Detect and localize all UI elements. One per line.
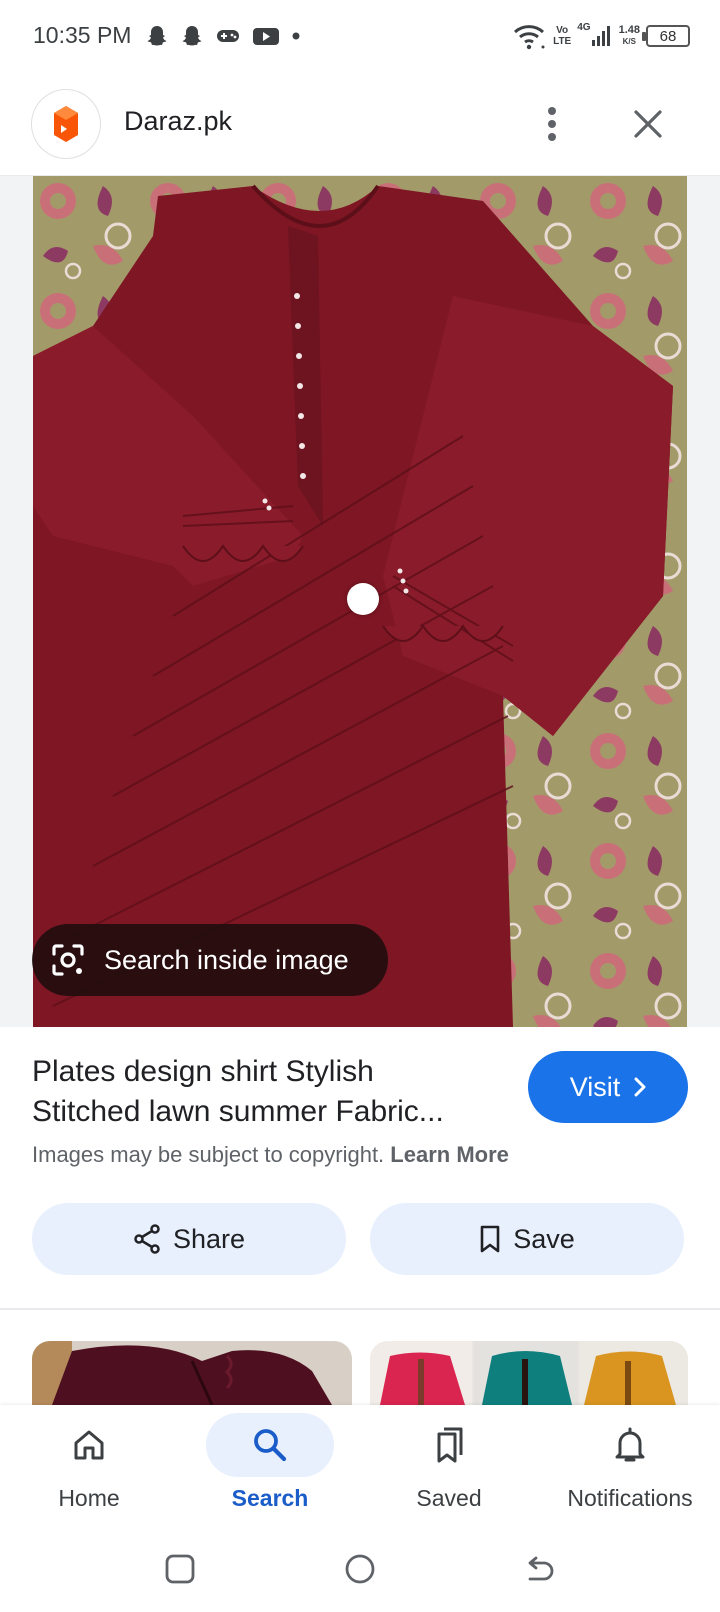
signal-indicator: 4G xyxy=(577,22,612,48)
related-image-2-photo xyxy=(370,1341,688,1405)
snapchat-icon xyxy=(182,26,202,46)
volte-indicator: Vo LTE xyxy=(553,25,571,47)
more-options-button[interactable] xyxy=(532,96,572,152)
daraz-logo-icon xyxy=(54,106,78,142)
share-button[interactable]: Share xyxy=(32,1203,346,1275)
battery-level: 68 xyxy=(659,27,677,45)
system-status-icons: Vo LTE 4G 1.48 K/S 68 xyxy=(513,16,690,56)
snapchat-icon xyxy=(147,26,167,46)
save-label: Save xyxy=(513,1223,575,1254)
recent-apps-button[interactable] xyxy=(160,1549,200,1589)
signal-icon xyxy=(591,26,610,46)
speed-value: 1.48 xyxy=(618,24,640,36)
result-title-line1: Plates design shirt Stylish xyxy=(32,1055,374,1088)
search-icon xyxy=(254,1429,287,1462)
home-circle-icon xyxy=(345,1554,375,1584)
nav-home-label: Home xyxy=(58,1485,120,1511)
home-icon xyxy=(74,1430,104,1460)
speed-unit: K/S xyxy=(622,37,636,46)
nav-saved[interactable]: Saved xyxy=(364,1413,534,1523)
copyright-notice: Images may be subject to copyright. Lear… xyxy=(32,1142,509,1168)
nav-home[interactable]: Home xyxy=(4,1413,174,1523)
nav-search[interactable]: Search xyxy=(185,1413,355,1523)
lens-icon xyxy=(52,944,84,976)
chevron-right-icon xyxy=(634,1077,646,1097)
image-focus-dot[interactable] xyxy=(347,583,379,615)
section-divider xyxy=(0,1308,720,1310)
nav-home-icon-wrap xyxy=(25,1413,153,1477)
search-inside-image-button[interactable]: Search inside image xyxy=(32,924,388,996)
related-image-1[interactable] xyxy=(32,1341,352,1405)
youtube-icon xyxy=(253,28,279,45)
site-header: Daraz.pk xyxy=(0,72,720,176)
home-button[interactable] xyxy=(340,1549,380,1589)
share-icon xyxy=(134,1224,160,1254)
site-name[interactable]: Daraz.pk xyxy=(124,106,232,137)
network-speed: 1.48 K/S xyxy=(619,25,640,47)
notification-icons xyxy=(145,20,301,52)
nav-notifications[interactable]: Notifications xyxy=(545,1413,715,1523)
volte-bottom: LTE xyxy=(553,36,572,47)
network-generation: 4G xyxy=(577,22,591,33)
save-button[interactable]: Save xyxy=(370,1203,684,1275)
system-navigation-bar xyxy=(0,1527,720,1612)
image-viewer[interactable]: Search inside image xyxy=(0,176,720,1027)
battery-icon: 68 xyxy=(642,25,690,47)
recent-apps-icon xyxy=(165,1554,195,1584)
close-icon xyxy=(634,110,662,138)
share-label: Share xyxy=(172,1223,246,1254)
more-vert-icon xyxy=(548,107,556,141)
nav-saved-label: Saved xyxy=(416,1485,482,1511)
nav-notifications-label: Notifications xyxy=(567,1485,693,1511)
visit-label: Visit xyxy=(569,1071,621,1102)
dot-icon xyxy=(292,32,300,40)
status-bar: 10:35 PM Vo LTE 4G 1.48 K/S 68 xyxy=(0,0,720,72)
nav-search-label: Search xyxy=(231,1485,309,1511)
nav-search-icon-wrap xyxy=(206,1413,334,1477)
volte-top: Vo xyxy=(556,25,569,36)
visit-button[interactable]: Visit xyxy=(528,1051,688,1123)
related-image-2[interactable] xyxy=(370,1341,688,1405)
result-title-line2: Stitched lawn summer Fabric... xyxy=(32,1095,444,1128)
learn-more-link[interactable]: Learn More xyxy=(390,1142,509,1167)
back-button[interactable] xyxy=(520,1549,560,1589)
back-icon xyxy=(528,1556,554,1581)
bookmarks-icon xyxy=(437,1427,463,1463)
nav-notifications-icon-wrap xyxy=(566,1413,694,1477)
bell-icon xyxy=(615,1427,645,1462)
site-logo[interactable] xyxy=(32,90,100,158)
related-image-1-photo xyxy=(32,1341,352,1405)
bookmark-icon xyxy=(480,1225,500,1253)
gamepad-icon xyxy=(217,30,239,42)
status-time: 10:35 PM xyxy=(33,22,132,48)
bottom-navigation: Home Search Saved Notifications xyxy=(0,1405,720,1527)
result-title[interactable]: Plates design shirt Stylish Stitched law… xyxy=(32,1052,502,1132)
search-inside-image-label: Search inside image xyxy=(104,944,349,975)
wifi-icon xyxy=(514,25,545,50)
copyright-text: Images may be subject to copyright. xyxy=(32,1142,385,1167)
close-button[interactable] xyxy=(624,96,672,152)
nav-saved-icon-wrap xyxy=(385,1413,513,1477)
